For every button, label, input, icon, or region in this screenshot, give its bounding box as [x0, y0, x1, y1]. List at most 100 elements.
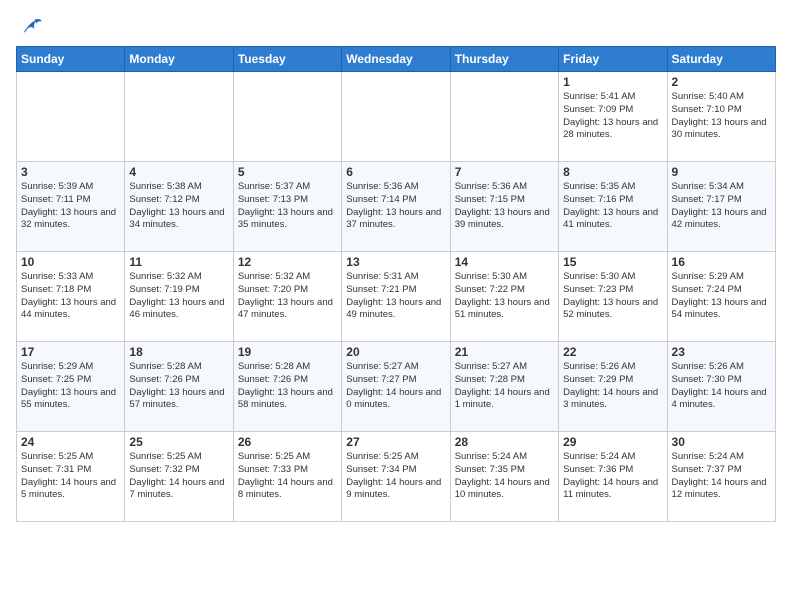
calendar-day-cell: [450, 72, 558, 162]
calendar-day-cell: 29 Sunrise: 5:24 AM Sunset: 7:36 PM Dayli…: [559, 432, 667, 522]
calendar-day-cell: 24 Sunrise: 5:25 AM Sunset: 7:31 PM Dayli…: [17, 432, 125, 522]
calendar-day-cell: 10 Sunrise: 5:33 AM Sunset: 7:18 PM Dayli…: [17, 252, 125, 342]
day-info: Sunrise: 5:30 AM Sunset: 7:22 PM Dayligh…: [455, 271, 554, 322]
day-info: Sunrise: 5:36 AM Sunset: 7:15 PM Dayligh…: [455, 181, 554, 232]
calendar-day-cell: 17 Sunrise: 5:29 AM Sunset: 7:25 PM Dayli…: [17, 342, 125, 432]
calendar-day-cell: 6 Sunrise: 5:36 AM Sunset: 7:14 PM Daylig…: [342, 162, 450, 252]
day-number: 26: [238, 435, 337, 449]
day-info: Sunrise: 5:31 AM Sunset: 7:21 PM Dayligh…: [346, 271, 445, 322]
calendar-day-cell: 28 Sunrise: 5:24 AM Sunset: 7:35 PM Dayli…: [450, 432, 558, 522]
calendar-day-cell: 27Sunrise: 5:25 AM Sunset: 7:34 PM Dayli…: [342, 432, 450, 522]
day-number: 1: [563, 75, 662, 89]
day-info: Sunrise: 5:39 AM Sunset: 7:11 PM Dayligh…: [21, 181, 120, 232]
day-number: 17: [21, 345, 120, 359]
calendar-day-cell: 30 Sunrise: 5:24 AM Sunset: 7:37 PM Dayli…: [667, 432, 775, 522]
day-number: 10: [21, 255, 120, 269]
day-info: Sunrise: 5:25 AM Sunset: 7:33 PM Dayligh…: [238, 451, 337, 502]
calendar-header-row: SundayMondayTuesdayWednesdayThursdayFrid…: [17, 47, 776, 72]
day-info: Sunrise: 5:41 AM Sunset: 7:09 PM Dayligh…: [563, 91, 662, 142]
day-info: Sunrise: 5:33 AM Sunset: 7:18 PM Dayligh…: [21, 271, 120, 322]
calendar-day-cell: 8 Sunrise: 5:35 AM Sunset: 7:16 PM Daylig…: [559, 162, 667, 252]
day-number: 29: [563, 435, 662, 449]
day-info: Sunrise: 5:35 AM Sunset: 7:16 PM Dayligh…: [563, 181, 662, 232]
calendar-day-cell: 1 Sunrise: 5:41 AM Sunset: 7:09 PM Daylig…: [559, 72, 667, 162]
header: [16, 16, 776, 38]
day-info: Sunrise: 5:29 AM Sunset: 7:25 PM Dayligh…: [21, 361, 120, 412]
weekday-header: Tuesday: [233, 47, 341, 72]
weekday-header: Saturday: [667, 47, 775, 72]
day-number: 2: [672, 75, 771, 89]
calendar-day-cell: 19 Sunrise: 5:28 AM Sunset: 7:26 PM Dayli…: [233, 342, 341, 432]
day-info: Sunrise: 5:24 AM Sunset: 7:36 PM Dayligh…: [563, 451, 662, 502]
calendar-day-cell: 16 Sunrise: 5:29 AM Sunset: 7:24 PM Dayli…: [667, 252, 775, 342]
calendar-week-row: 3 Sunrise: 5:39 AM Sunset: 7:11 PM Daylig…: [17, 162, 776, 252]
day-info: Sunrise: 5:25 AM Sunset: 7:32 PM Dayligh…: [129, 451, 228, 502]
day-info: Sunrise: 5:40 AM Sunset: 7:10 PM Dayligh…: [672, 91, 771, 142]
calendar-week-row: 17 Sunrise: 5:29 AM Sunset: 7:25 PM Dayli…: [17, 342, 776, 432]
calendar-day-cell: 23Sunrise: 5:26 AM Sunset: 7:30 PM Dayli…: [667, 342, 775, 432]
day-info: Sunrise: 5:36 AM Sunset: 7:14 PM Dayligh…: [346, 181, 445, 232]
day-number: 21: [455, 345, 554, 359]
day-number: 24: [21, 435, 120, 449]
day-info: Sunrise: 5:27 AM Sunset: 7:27 PM Dayligh…: [346, 361, 445, 412]
day-number: 22: [563, 345, 662, 359]
calendar-table: SundayMondayTuesdayWednesdayThursdayFrid…: [16, 46, 776, 522]
calendar-day-cell: [233, 72, 341, 162]
day-info: Sunrise: 5:32 AM Sunset: 7:19 PM Dayligh…: [129, 271, 228, 322]
calendar-day-cell: 22 Sunrise: 5:26 AM Sunset: 7:29 PM Dayli…: [559, 342, 667, 432]
calendar-day-cell: [342, 72, 450, 162]
day-number: 25: [129, 435, 228, 449]
weekday-header: Wednesday: [342, 47, 450, 72]
calendar-day-cell: 14 Sunrise: 5:30 AM Sunset: 7:22 PM Dayli…: [450, 252, 558, 342]
weekday-header: Thursday: [450, 47, 558, 72]
day-info: Sunrise: 5:24 AM Sunset: 7:35 PM Dayligh…: [455, 451, 554, 502]
calendar-day-cell: [125, 72, 233, 162]
day-number: 18: [129, 345, 228, 359]
weekday-header: Sunday: [17, 47, 125, 72]
calendar-week-row: 24 Sunrise: 5:25 AM Sunset: 7:31 PM Dayli…: [17, 432, 776, 522]
weekday-header: Friday: [559, 47, 667, 72]
calendar-day-cell: 26 Sunrise: 5:25 AM Sunset: 7:33 PM Dayli…: [233, 432, 341, 522]
logo-bird-icon: [16, 16, 44, 38]
calendar-day-cell: 21 Sunrise: 5:27 AM Sunset: 7:28 PM Dayli…: [450, 342, 558, 432]
day-info: Sunrise: 5:27 AM Sunset: 7:28 PM Dayligh…: [455, 361, 554, 412]
calendar-week-row: 10 Sunrise: 5:33 AM Sunset: 7:18 PM Dayli…: [17, 252, 776, 342]
day-number: 19: [238, 345, 337, 359]
day-number: 8: [563, 165, 662, 179]
day-number: 20: [346, 345, 445, 359]
calendar-day-cell: 9 Sunrise: 5:34 AM Sunset: 7:17 PM Daylig…: [667, 162, 775, 252]
logo: [16, 16, 48, 38]
day-number: 3: [21, 165, 120, 179]
calendar-day-cell: 18 Sunrise: 5:28 AM Sunset: 7:26 PM Dayli…: [125, 342, 233, 432]
day-number: 30: [672, 435, 771, 449]
day-info: Sunrise: 5:37 AM Sunset: 7:13 PM Dayligh…: [238, 181, 337, 232]
calendar-day-cell: 7 Sunrise: 5:36 AM Sunset: 7:15 PM Daylig…: [450, 162, 558, 252]
calendar-day-cell: 11 Sunrise: 5:32 AM Sunset: 7:19 PM Dayli…: [125, 252, 233, 342]
day-info: Sunrise: 5:28 AM Sunset: 7:26 PM Dayligh…: [129, 361, 228, 412]
day-number: 14: [455, 255, 554, 269]
day-info: Sunrise: 5:28 AM Sunset: 7:26 PM Dayligh…: [238, 361, 337, 412]
calendar-day-cell: 15Sunrise: 5:30 AM Sunset: 7:23 PM Dayli…: [559, 252, 667, 342]
day-info: Sunrise: 5:29 AM Sunset: 7:24 PM Dayligh…: [672, 271, 771, 322]
day-number: 4: [129, 165, 228, 179]
day-info: Sunrise: 5:26 AM Sunset: 7:30 PM Dayligh…: [672, 361, 771, 412]
calendar-day-cell: 3 Sunrise: 5:39 AM Sunset: 7:11 PM Daylig…: [17, 162, 125, 252]
calendar-day-cell: 4 Sunrise: 5:38 AM Sunset: 7:12 PM Daylig…: [125, 162, 233, 252]
calendar-day-cell: 25 Sunrise: 5:25 AM Sunset: 7:32 PM Dayli…: [125, 432, 233, 522]
day-info: Sunrise: 5:38 AM Sunset: 7:12 PM Dayligh…: [129, 181, 228, 232]
day-number: 28: [455, 435, 554, 449]
calendar-day-cell: 12Sunrise: 5:32 AM Sunset: 7:20 PM Dayli…: [233, 252, 341, 342]
day-number: 6: [346, 165, 445, 179]
day-number: 16: [672, 255, 771, 269]
day-number: 12: [238, 255, 337, 269]
day-number: 11: [129, 255, 228, 269]
day-number: 7: [455, 165, 554, 179]
day-info: Sunrise: 5:34 AM Sunset: 7:17 PM Dayligh…: [672, 181, 771, 232]
day-info: Sunrise: 5:26 AM Sunset: 7:29 PM Dayligh…: [563, 361, 662, 412]
day-number: 15: [563, 255, 662, 269]
calendar-day-cell: 13Sunrise: 5:31 AM Sunset: 7:21 PM Dayli…: [342, 252, 450, 342]
day-number: 9: [672, 165, 771, 179]
day-info: Sunrise: 5:24 AM Sunset: 7:37 PM Dayligh…: [672, 451, 771, 502]
calendar-day-cell: 20 Sunrise: 5:27 AM Sunset: 7:27 PM Dayli…: [342, 342, 450, 432]
day-info: Sunrise: 5:25 AM Sunset: 7:31 PM Dayligh…: [21, 451, 120, 502]
